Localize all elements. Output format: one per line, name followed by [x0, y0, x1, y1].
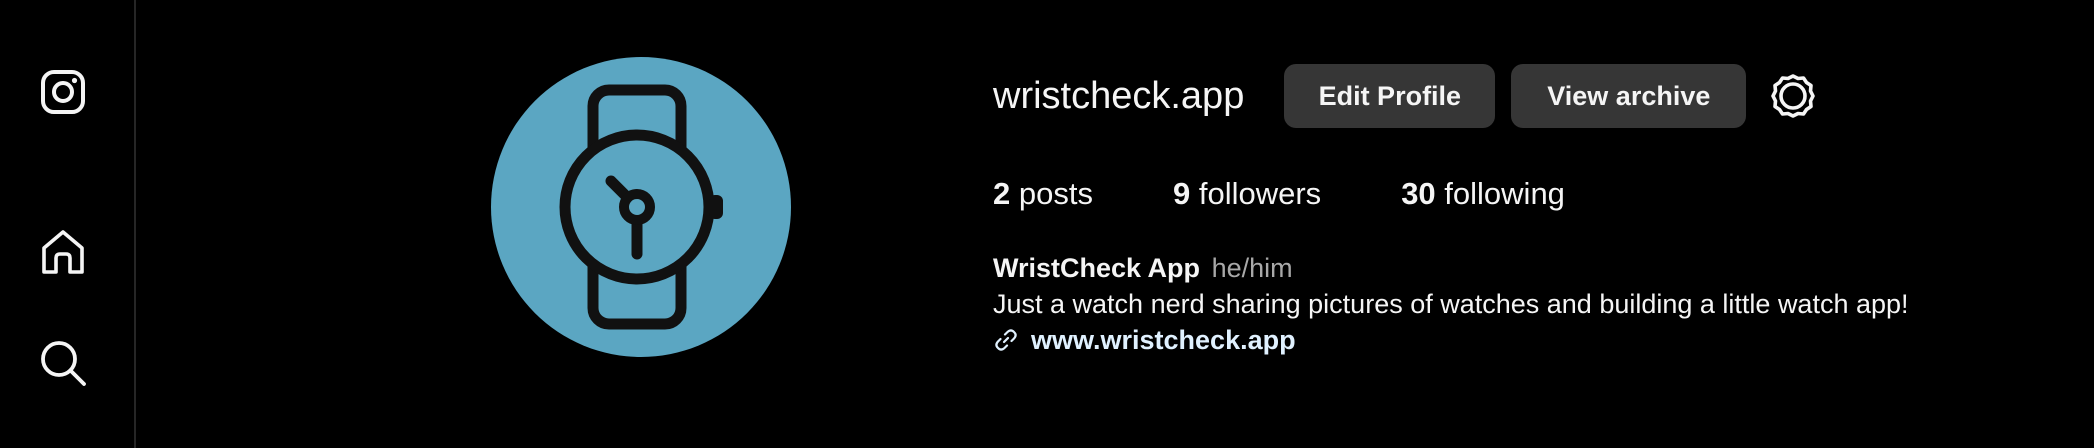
username: wristcheck.app: [993, 74, 1245, 117]
profile-stats: 2 posts 9 followers 30 following: [993, 172, 1645, 216]
edit-profile-button[interactable]: Edit Profile: [1284, 64, 1496, 128]
profile-page: wristcheck.app Edit Profile View archive…: [0, 0, 2094, 448]
bio-name-row: WristCheck App he/him: [993, 250, 2053, 286]
home-icon[interactable]: [38, 227, 88, 277]
sidebar: [0, 0, 136, 448]
view-archive-button[interactable]: View archive: [1511, 64, 1747, 128]
search-icon[interactable]: [38, 338, 88, 388]
bio-text: Just a watch nerd sharing pictures of wa…: [993, 289, 1909, 319]
link-icon: [993, 327, 1019, 353]
instagram-logo-icon[interactable]: [38, 67, 88, 117]
website-link[interactable]: www.wristcheck.app: [1031, 322, 1296, 358]
gear-icon[interactable]: [1768, 71, 1818, 121]
watch-icon: [559, 84, 723, 330]
pronouns: he/him: [1211, 253, 1293, 283]
bio-link[interactable]: www.wristcheck.app: [993, 322, 2053, 358]
profile-info: wristcheck.app Edit Profile View archive…: [993, 60, 2053, 380]
followers-label: followers: [1198, 176, 1322, 211]
profile-avatar[interactable]: [491, 57, 791, 357]
following-number: 30: [1401, 176, 1436, 211]
posts-label: posts: [1018, 176, 1093, 211]
profile-bio: WristCheck App he/him Just a watch nerd …: [993, 250, 2053, 358]
posts-count[interactable]: 2 posts: [993, 176, 1093, 212]
profile-header: wristcheck.app Edit Profile View archive: [993, 64, 1818, 128]
followers-count[interactable]: 9 followers: [1173, 176, 1321, 212]
following-count[interactable]: 30 following: [1401, 176, 1565, 212]
following-label: following: [1444, 176, 1565, 211]
full-name: WristCheck App: [993, 253, 1201, 283]
posts-number: 2: [993, 176, 1011, 211]
followers-number: 9: [1172, 176, 1191, 211]
